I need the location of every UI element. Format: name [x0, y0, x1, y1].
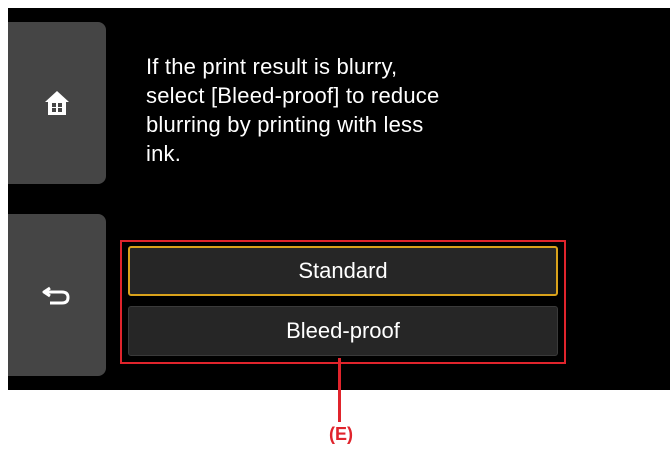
options-highlight-box: Standard Bleed-proof: [120, 240, 566, 364]
home-button[interactable]: [8, 22, 106, 184]
bleed-proof-option-button[interactable]: Bleed-proof: [128, 306, 558, 356]
callout-label: (E): [329, 424, 353, 444]
standard-option-button[interactable]: Standard: [128, 246, 558, 296]
home-icon: [42, 88, 72, 118]
bleed-proof-option-label: Bleed-proof: [286, 318, 400, 343]
printer-touch-screen: If the print result is blurry, select [B…: [8, 8, 670, 390]
callout-line: [338, 358, 341, 422]
back-icon: [42, 284, 72, 306]
instruction-message: If the print result is blurry, select [B…: [146, 54, 440, 166]
back-button[interactable]: [8, 214, 106, 376]
standard-option-label: Standard: [298, 258, 388, 283]
